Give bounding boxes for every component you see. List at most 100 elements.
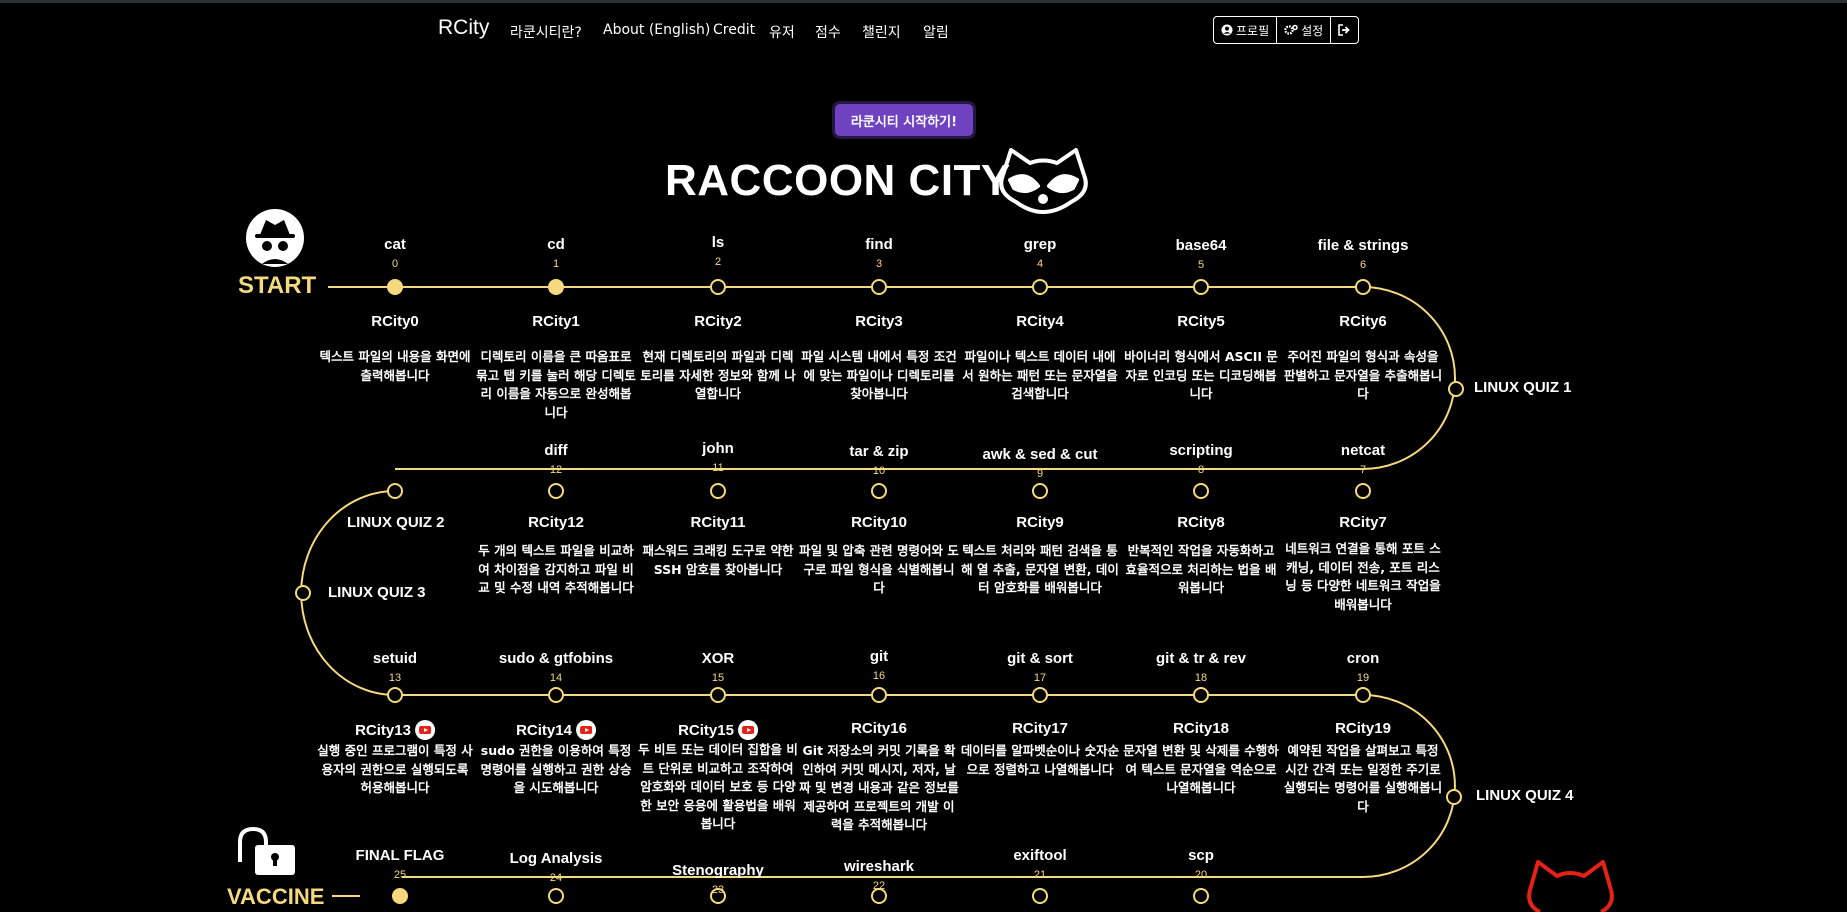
stage-number: 24 [549,872,563,884]
stage-command-label: find [865,236,893,253]
challenge-name: RCity0 [371,313,419,330]
quiz-label-1[interactable]: LINUX QUIZ 1 [1474,379,1572,396]
stage-number: 25 [393,869,407,881]
quiz-node[interactable] [1448,381,1464,397]
stage-number: 16 [872,670,886,682]
challenge-link[interactable]: RCity4 [1016,313,1064,330]
stage-node[interactable] [1355,279,1371,295]
stage-node[interactable] [392,888,408,904]
stage-number: 18 [1194,672,1208,684]
quiz-label-2[interactable]: LINUX QUIZ 2 [347,514,445,531]
challenge-name: RCity12 [528,514,584,531]
vaccine-label: VACCINE [227,884,325,909]
challenge-link[interactable]: RCity3 [855,313,903,330]
stage-number: 22 [872,880,886,892]
stage-number: 19 [1356,672,1370,684]
quiz-node[interactable] [1446,789,1462,805]
challenge-description: 디렉토리 이름을 큰 따옴표로 묶고 탭 키를 눌러 해당 디렉토리 이름을 자… [476,349,636,420]
challenge-name: RCity16 [851,720,907,737]
stage-node[interactable] [710,687,726,703]
stage-node[interactable] [871,483,887,499]
stage-node[interactable] [1193,483,1209,499]
stage-node[interactable] [1193,687,1209,703]
stage-command-label: base64 [1175,237,1227,254]
quiz-label-3[interactable]: LINUX QUIZ 3 [328,584,426,601]
red-raccoon-icon [1527,860,1614,912]
stage-node[interactable] [1032,888,1048,904]
challenge-name: RCity4 [1016,313,1064,330]
stage-command-label: XOR [701,650,735,667]
stage-command-label: exiftool [1013,847,1067,864]
stage-node[interactable] [1355,687,1371,703]
challenge-name: RCity8 [1177,514,1225,531]
stage-command-label: wireshark [843,858,915,875]
challenge-description: 파일이나 텍스트 데이터 내에서 원하는 패턴 또는 문자열을 검색합니다 [962,349,1118,401]
challenge-link[interactable]: RCity8 [1177,514,1225,531]
challenge-link[interactable]: RCity5 [1177,313,1225,330]
stage-node[interactable] [548,483,564,499]
stage-command-label: setuid [372,650,418,667]
stage-node[interactable] [871,279,887,295]
challenge-link[interactable]: RCity11 [690,514,745,531]
challenge-description: 주어진 파일의 형식과 속성을 판별하고 문자열을 추출해봅니다 [1283,349,1443,401]
challenge-description: 텍스트 처리와 패턴 검색을 통해 열 추출, 문자열 변환, 데이터 암호화를… [961,543,1119,595]
stage-node[interactable] [871,687,887,703]
stage-command-label: cat [384,236,406,253]
stage-command-label: netcat [1340,442,1386,459]
youtube-icon[interactable] [737,720,758,740]
stage-node[interactable] [1193,279,1209,295]
challenge-link[interactable]: RCity10 [851,514,907,531]
stage-number: 8 [1197,464,1205,476]
challenge-name: RCity10 [851,514,907,531]
challenge-link[interactable]: RCity13 [355,720,435,740]
challenge-description: 예약된 작업을 살펴보고 특정 시간 간격 또는 일정한 주기로 실행되는 명령… [1283,743,1443,814]
stage-command-label: tar & zip [849,443,909,460]
stage-node[interactable] [387,279,403,295]
stage-number: 12 [549,464,563,476]
challenge-link[interactable]: RCity14 [516,720,596,740]
stage-node[interactable] [1032,687,1048,703]
challenge-name: RCity15 [678,721,734,739]
quiz-node[interactable] [295,585,311,601]
stage-node[interactable] [548,687,564,703]
stage-node[interactable] [1355,483,1371,499]
stage-node[interactable] [548,888,564,904]
stage-command-label: scp [1188,847,1214,864]
challenge-link[interactable]: RCity16 [851,720,907,737]
quiz-label-4[interactable]: LINUX QUIZ 4 [1476,787,1574,804]
stage-node[interactable] [1032,483,1048,499]
stage-command-label: awk & sed & cut [982,446,1098,463]
challenge-link[interactable]: RCity6 [1339,313,1387,330]
stage-command-label: cd [547,236,565,253]
challenge-link[interactable]: RCity7 [1339,514,1387,531]
challenge-link[interactable]: RCity9 [1016,514,1064,531]
stage-node[interactable] [710,483,726,499]
challenge-link[interactable]: RCity2 [694,313,742,330]
stage-command-label: john [702,440,734,457]
stage-node[interactable] [710,279,726,295]
challenge-link[interactable]: RCity18 [1173,720,1229,737]
stage-number: 20 [1194,869,1208,881]
challenge-link[interactable]: RCity0 [371,313,419,330]
stage-command-label: Log Analysis [509,850,603,867]
youtube-icon[interactable] [414,720,435,740]
stage-number: 14 [549,672,563,684]
stage-command-label: Stenography [672,862,764,879]
challenge-link[interactable]: RCity12 [528,514,584,531]
challenge-link[interactable]: RCity17 [1012,720,1068,737]
stage-command-label: diff [544,442,568,459]
stage-node[interactable] [548,279,564,295]
stage-node[interactable] [1032,279,1048,295]
challenge-link[interactable]: RCity19 [1335,720,1391,737]
quiz-node[interactable] [387,483,403,499]
stage-number: 17 [1033,672,1047,684]
challenge-description: 데이터를 알파벳순이나 숫자순으로 정렬하고 나열해봅니다 [960,743,1120,777]
challenge-description: 파일 및 압축 관련 명령어와 도구로 파일 형식을 식별해봅니다 [799,543,959,595]
youtube-icon[interactable] [575,720,596,740]
stage-node[interactable] [387,687,403,703]
challenge-link[interactable]: RCity15 [678,720,758,740]
challenge-description: 바이너리 형식에서 ASCII 문자로 인코딩 또는 디코딩해봅니다 [1124,349,1278,401]
challenge-link[interactable]: RCity1 [532,313,580,330]
stage-node[interactable] [1193,888,1209,904]
challenge-name: RCity13 [355,721,411,739]
